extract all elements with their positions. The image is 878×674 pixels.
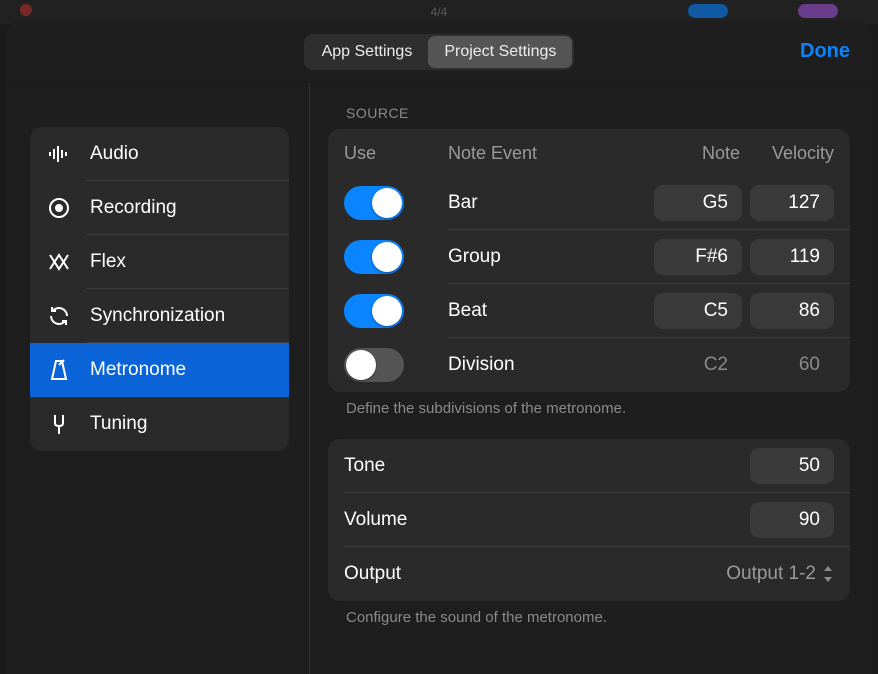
settings-sheet: App Settings Project Settings Done Audio xyxy=(6,21,872,674)
tone-value[interactable]: 50 xyxy=(750,448,834,484)
velocity-value[interactable]: 119 xyxy=(750,239,834,275)
updown-chevron-icon xyxy=(822,565,834,583)
done-button[interactable]: Done xyxy=(800,40,850,63)
volume-label: Volume xyxy=(344,509,750,531)
tone-row: Tone 50 xyxy=(328,439,850,493)
sidebar-item-metronome[interactable]: Metronome xyxy=(30,343,289,397)
use-toggle[interactable] xyxy=(344,294,404,328)
tab-project-settings[interactable]: Project Settings xyxy=(428,36,572,68)
note-value[interactable]: F#6 xyxy=(654,239,742,275)
output-label: Output xyxy=(344,563,726,585)
tuning-fork-icon xyxy=(46,411,72,437)
time-signature: 4/4 xyxy=(431,5,448,19)
note-value: C2 xyxy=(654,347,742,383)
col-event-label: Note Event xyxy=(448,143,654,164)
use-toggle[interactable] xyxy=(344,348,404,382)
flex-icon xyxy=(46,249,72,275)
sidebar-item-label: Recording xyxy=(90,197,177,219)
source-card: Use Note Event Note Velocity Bar G5 127 xyxy=(328,129,850,392)
note-value[interactable]: C5 xyxy=(654,293,742,329)
note-event-label: Bar xyxy=(448,192,654,214)
note-event-label: Division xyxy=(448,354,654,376)
source-row-division: Division C2 60 xyxy=(328,338,850,392)
source-section-title: SOURCE xyxy=(346,105,850,121)
sound-config-card: Tone 50 Volume 90 Output Output 1-2 xyxy=(328,439,850,601)
sidebar-item-label: Metronome xyxy=(90,359,186,381)
sidebar-item-synchronization[interactable]: Synchronization xyxy=(30,289,289,343)
sidebar-item-audio[interactable]: Audio xyxy=(30,127,289,181)
sidebar-item-label: Audio xyxy=(90,143,139,165)
velocity-value: 60 xyxy=(750,347,834,383)
source-hint: Define the subdivisions of the metronome… xyxy=(346,400,850,417)
tab-app-settings[interactable]: App Settings xyxy=(306,36,429,68)
sidebar-item-flex[interactable]: Flex xyxy=(30,235,289,289)
source-column-header: Use Note Event Note Velocity xyxy=(328,143,850,176)
sheet-header: App Settings Project Settings Done xyxy=(6,21,872,83)
source-row-group: Group F#6 119 xyxy=(328,230,850,284)
output-value: Output 1-2 xyxy=(726,563,816,585)
col-use-label: Use xyxy=(344,143,448,164)
metronome-icon xyxy=(46,357,72,383)
volume-row: Volume 90 xyxy=(328,493,850,547)
settings-sidebar: Audio Recording Fl xyxy=(6,83,310,674)
sidebar-item-label: Synchronization xyxy=(90,305,225,327)
source-row-beat: Beat C5 86 xyxy=(328,284,850,338)
use-toggle[interactable] xyxy=(344,240,404,274)
sidebar-item-recording[interactable]: Recording xyxy=(30,181,289,235)
record-icon xyxy=(46,195,72,221)
velocity-value[interactable]: 86 xyxy=(750,293,834,329)
velocity-value[interactable]: 127 xyxy=(750,185,834,221)
note-event-label: Group xyxy=(448,246,654,268)
note-value[interactable]: G5 xyxy=(654,185,742,221)
use-toggle[interactable] xyxy=(344,186,404,220)
tone-label: Tone xyxy=(344,455,750,477)
col-note-label: Note xyxy=(654,143,748,164)
sidebar-item-label: Tuning xyxy=(90,413,147,435)
audio-waveform-icon xyxy=(46,141,72,167)
sidebar-item-label: Flex xyxy=(90,251,126,273)
sound-config-hint: Configure the sound of the metronome. xyxy=(346,609,850,626)
output-row[interactable]: Output Output 1-2 xyxy=(328,547,850,601)
note-event-label: Beat xyxy=(448,300,654,322)
source-row-bar: Bar G5 127 xyxy=(328,176,850,230)
settings-content: SOURCE Use Note Event Note Velocity Bar … xyxy=(310,83,872,674)
col-velocity-label: Velocity xyxy=(748,143,834,164)
volume-value[interactable]: 90 xyxy=(750,502,834,538)
sync-icon xyxy=(46,303,72,329)
sidebar-item-tuning[interactable]: Tuning xyxy=(30,397,289,451)
settings-scope-segmented: App Settings Project Settings xyxy=(304,34,575,70)
